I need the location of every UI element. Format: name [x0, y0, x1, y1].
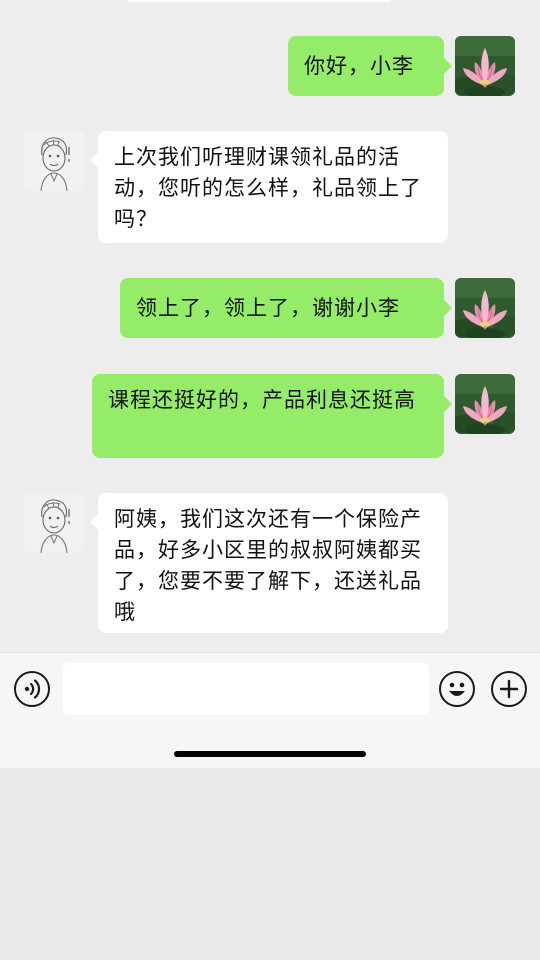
lotus-avatar[interactable] — [455, 278, 515, 338]
bottom-blank-area — [0, 768, 540, 960]
voice-icon[interactable] — [14, 671, 50, 707]
emoji-icon[interactable] — [439, 671, 475, 707]
plus-icon-glyph — [499, 679, 519, 699]
lotus-avatar-image — [455, 36, 515, 96]
voice-icon-glyph — [24, 679, 41, 699]
message-bubble-sent[interactable]: 领上了，领上了，谢谢小李 — [120, 278, 444, 338]
home-indicator[interactable] — [174, 751, 366, 757]
bubble-tail — [444, 300, 452, 316]
previous-message-edge — [125, 0, 393, 2]
lotus-avatar[interactable] — [455, 374, 515, 434]
plus-icon[interactable] — [491, 671, 527, 707]
bubble-tail — [90, 152, 98, 168]
chat-area[interactable]: 你好，小李 上次我们听理财课领礼品的活动，您听的怎么样，礼品领上了吗？ 领上了，… — [0, 0, 540, 652]
bubble-tail — [444, 58, 452, 74]
sketch-avatar[interactable] — [24, 131, 84, 191]
lotus-avatar[interactable] — [455, 36, 515, 96]
message-bubble-sent[interactable]: 你好，小李 — [288, 36, 444, 96]
message-input[interactable] — [63, 663, 429, 715]
lotus-avatar-image — [455, 374, 515, 434]
emoji-icon-glyph — [449, 682, 465, 696]
bubble-tail — [444, 396, 452, 412]
message-bubble-sent[interactable]: 课程还挺好的，产品利息还挺高 — [92, 374, 444, 458]
sketch-avatar[interactable] — [24, 493, 84, 553]
message-bubble-received[interactable]: 上次我们听理财课领礼品的活动，您听的怎么样，礼品领上了吗？ — [98, 131, 448, 243]
sketch-avatar-image — [24, 131, 84, 191]
input-bar — [0, 652, 540, 769]
bubble-tail — [90, 514, 98, 530]
message-bubble-received[interactable]: 阿姨，我们这次还有一个保险产品，好多小区里的叔叔阿姨都买了，您要不要了解下，还送… — [98, 493, 448, 633]
lotus-avatar-image — [455, 278, 515, 338]
sketch-avatar-image — [24, 493, 84, 553]
